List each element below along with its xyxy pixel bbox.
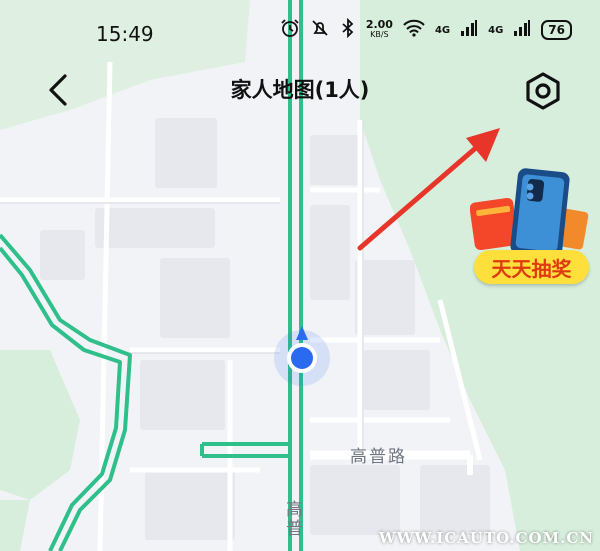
page-title: 家人地图(1人) <box>230 78 370 102</box>
hexagon-settings-icon <box>526 72 560 110</box>
watermark: WWW.ICAUTO.COM.CN <box>378 529 594 547</box>
status-bar: 15:49 2.00 KB/S 4G 4G 76 <box>0 0 600 62</box>
phone-gift-icon <box>470 168 589 258</box>
road-label-gaopu: 高普路 <box>350 447 407 467</box>
signal-icon-2 <box>513 19 531 41</box>
signal-label-1: 4G <box>434 24 451 36</box>
lucky-draw-label: 天天抽奖 <box>474 250 589 284</box>
lucky-draw-promo[interactable]: 天天抽奖 <box>470 168 595 290</box>
bluetooth-icon <box>340 17 356 42</box>
signal-label-2: 4G <box>488 24 504 36</box>
nav-bar: 家人地图(1人) <box>0 62 600 118</box>
signal-icon <box>460 19 478 41</box>
battery-icon: 76 <box>541 20 572 40</box>
my-location-marker[interactable] <box>270 322 334 392</box>
status-time: 15:49 <box>96 22 154 46</box>
mute-icon <box>310 18 330 42</box>
wifi-icon <box>403 19 425 41</box>
screen: 15:49 2.00 KB/S 4G 4G 76 家人地图(1人) 天天抽奖 高… <box>0 0 600 551</box>
status-icons: 2.00 KB/S 4G 4G 76 <box>280 17 572 42</box>
road-label-vertical: 高普 <box>282 500 302 538</box>
net-speed: 2.00 KB/S <box>365 18 393 39</box>
alarm-icon <box>280 18 300 42</box>
settings-button[interactable] <box>520 68 566 114</box>
location-dot-icon <box>274 326 330 386</box>
